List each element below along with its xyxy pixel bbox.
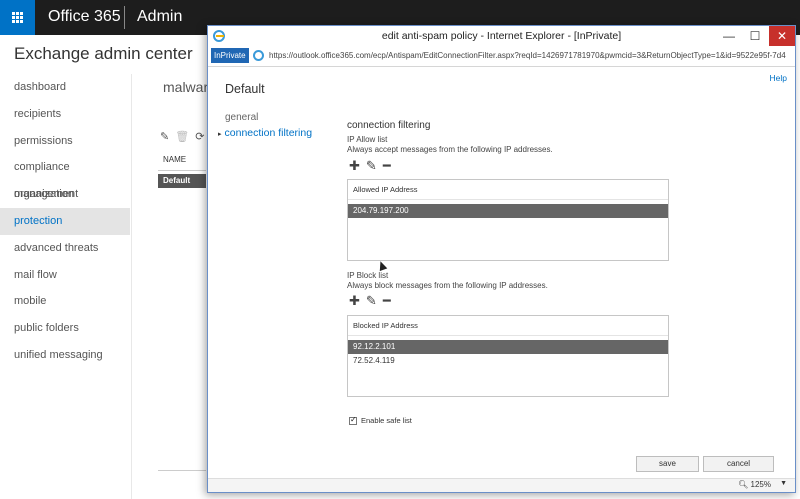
zoom-icon: 🔍︎ [738, 480, 749, 489]
nav-item-mobile[interactable]: mobile [0, 288, 130, 315]
block-list-toolbar: ✚ ✎ ━ [349, 293, 397, 309]
office365-brand[interactable]: Office 365 [48, 8, 121, 26]
allow-column-header: Allowed IP Address [348, 180, 668, 200]
window-title: edit anti-spam policy - Internet Explore… [381, 30, 622, 42]
nav-item-protection[interactable]: protection [0, 207, 130, 235]
status-bar: 🔍︎ 125% ▼ [208, 478, 795, 492]
add-icon[interactable]: ✚ [349, 158, 360, 174]
remove-icon[interactable]: ━ [383, 158, 391, 174]
table-bottom-divider [158, 470, 206, 471]
list-item[interactable]: 204.79.197.200 [348, 204, 668, 218]
eac-nav: dashboard recipients permissions complia… [0, 74, 130, 369]
table-row[interactable]: Default [158, 174, 206, 188]
zoom-level[interactable]: 🔍︎ 125% [738, 480, 771, 489]
nav-item-permissions[interactable]: permissions [0, 128, 130, 155]
url-input[interactable] [267, 48, 795, 63]
edit-icon[interactable]: ✎ [160, 131, 169, 143]
allow-list-label: IP Allow list [347, 135, 388, 144]
edit-policy-window: edit anti-spam policy - Internet Explore… [207, 25, 796, 493]
list-item[interactable]: 72.52.4.119 [348, 354, 668, 368]
table-column-name: NAME [163, 155, 187, 164]
safe-list-checkbox[interactable] [349, 415, 357, 426]
remove-icon[interactable]: ━ [383, 293, 391, 309]
chevron-right-icon: ▸ [218, 131, 222, 138]
eac-title: Exchange admin center [14, 44, 193, 63]
topbar-divider [124, 6, 125, 29]
maximize-button[interactable]: ☐ [743, 26, 767, 46]
save-button[interactable]: save [636, 456, 699, 472]
waffle-icon [12, 12, 23, 23]
nav-item-organization[interactable]: organization [0, 181, 130, 208]
block-list-label: IP Block list [347, 271, 389, 280]
section-link-label: connection filtering [224, 127, 313, 139]
nav-item-public-folders[interactable]: public folders [0, 315, 130, 342]
allow-ip-list: Allowed IP Address 204.79.197.200 [347, 179, 669, 261]
section-link-general[interactable]: general [225, 112, 258, 123]
block-ip-list: Blocked IP Address 92.12.2.101 72.52.4.1… [347, 315, 669, 397]
allow-list-description: Always accept messages from the followin… [347, 145, 553, 154]
edit-icon[interactable]: ✎ [366, 293, 377, 309]
app-launcher-button[interactable] [0, 0, 35, 35]
nav-item-compliance-management[interactable]: compliance management [0, 154, 130, 200]
window-titlebar[interactable]: edit anti-spam policy - Internet Explore… [208, 26, 795, 47]
list-item[interactable]: 92.12.2.101 [348, 340, 668, 354]
block-list-description: Always block messages from the following… [347, 281, 548, 290]
block-column-header: Blocked IP Address [348, 316, 668, 336]
nav-divider [131, 74, 132, 499]
nav-item-recipients[interactable]: recipients [0, 101, 130, 128]
allow-list-toolbar: ✚ ✎ ━ [349, 158, 397, 174]
help-link[interactable]: Help [770, 73, 787, 83]
block-list-body: 92.12.2.101 72.52.4.119 [348, 336, 668, 368]
admin-label[interactable]: Admin [137, 8, 182, 26]
nav-item-advanced-threats[interactable]: advanced threats [0, 235, 130, 262]
nav-item-mail-flow[interactable]: mail flow [0, 262, 130, 289]
section-link-connection-filtering[interactable]: ▸ connection filtering [218, 127, 312, 139]
policy-title: Default [225, 82, 265, 96]
section-heading: connection filtering [347, 120, 431, 131]
cancel-button[interactable]: cancel [703, 456, 774, 472]
address-divider [208, 66, 795, 67]
table-divider [158, 170, 206, 171]
close-button[interactable]: ✕ [769, 26, 795, 46]
inprivate-badge: InPrivate [211, 48, 249, 63]
delete-icon[interactable]: 🗑 [175, 131, 189, 143]
allow-list-body: 204.79.197.200 [348, 200, 668, 218]
safe-list-option[interactable]: Enable safe list [349, 415, 412, 426]
nav-item-unified-messaging[interactable]: unified messaging [0, 342, 130, 369]
site-icon [253, 50, 264, 61]
safe-list-label: Enable safe list [361, 416, 412, 425]
address-bar: InPrivate [208, 47, 795, 66]
zoom-value: 125% [750, 480, 771, 489]
edit-icon[interactable]: ✎ [366, 158, 377, 174]
nav-item-dashboard[interactable]: dashboard [0, 74, 130, 101]
chevron-down-icon[interactable]: ▼ [780, 480, 787, 487]
background-toolbar: ✎ 🗑 ⟳ [160, 130, 210, 143]
refresh-icon[interactable]: ⟳ [195, 131, 204, 143]
add-icon[interactable]: ✚ [349, 293, 360, 309]
minimize-button[interactable]: — [717, 26, 741, 46]
